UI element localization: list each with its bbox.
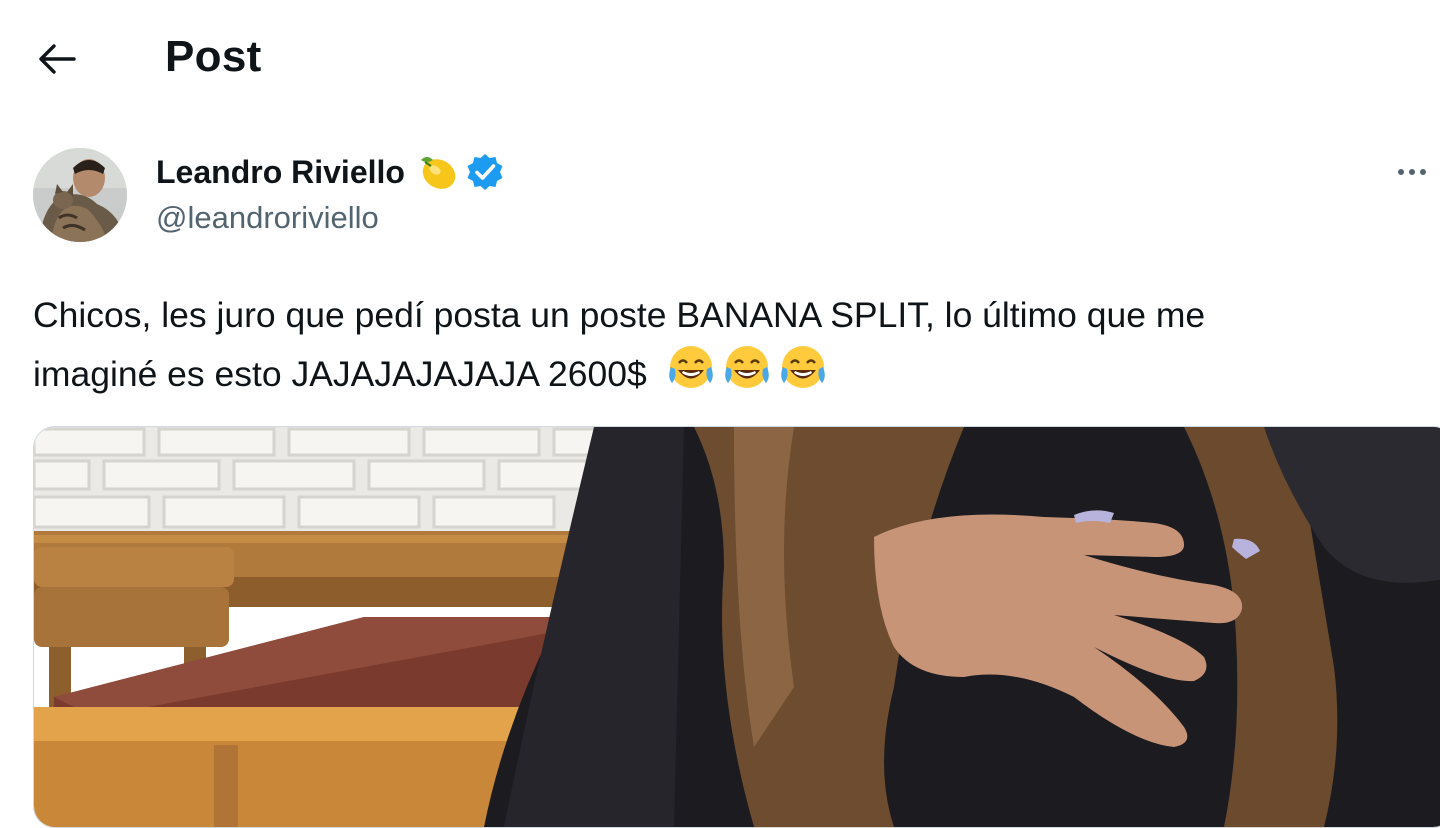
tweet-text-line-2: imaginé es esto JAJAJAJAJAJA 2600$ bbox=[33, 354, 647, 394]
emoji-row bbox=[665, 343, 833, 393]
tweet-text-line-1: Chicos, les juro que pedí posta un poste… bbox=[33, 295, 1206, 335]
arrow-left-icon bbox=[39, 44, 76, 74]
tears-of-joy-emoji-icon bbox=[668, 346, 713, 388]
author-name-text: Leandro Riviello bbox=[156, 153, 405, 190]
tweet-photo[interactable] bbox=[33, 426, 1440, 828]
avatar[interactable] bbox=[33, 148, 127, 242]
post-header: Post bbox=[0, 0, 1440, 118]
back-button[interactable] bbox=[30, 36, 84, 82]
more-horizontal-icon bbox=[1398, 169, 1404, 175]
lemon-icon bbox=[415, 152, 459, 192]
more-options-button[interactable] bbox=[1398, 150, 1440, 194]
tweet-text-line-2-wrap: imaginé es esto JAJAJAJAJAJA 2600$ bbox=[33, 343, 1423, 402]
tears-of-joy-emoji-icon bbox=[724, 346, 769, 388]
photo-image bbox=[34, 427, 1440, 827]
tears-of-joy-emoji-icon bbox=[780, 346, 825, 388]
tweet-text: Chicos, les juro que pedí posta un poste… bbox=[33, 287, 1423, 402]
verified-badge-icon[interactable] bbox=[465, 152, 505, 192]
author-handle[interactable]: @leandroriviello bbox=[156, 200, 379, 236]
page-title: Post bbox=[165, 32, 262, 81]
author-name[interactable]: Leandro Riviello bbox=[156, 152, 505, 192]
